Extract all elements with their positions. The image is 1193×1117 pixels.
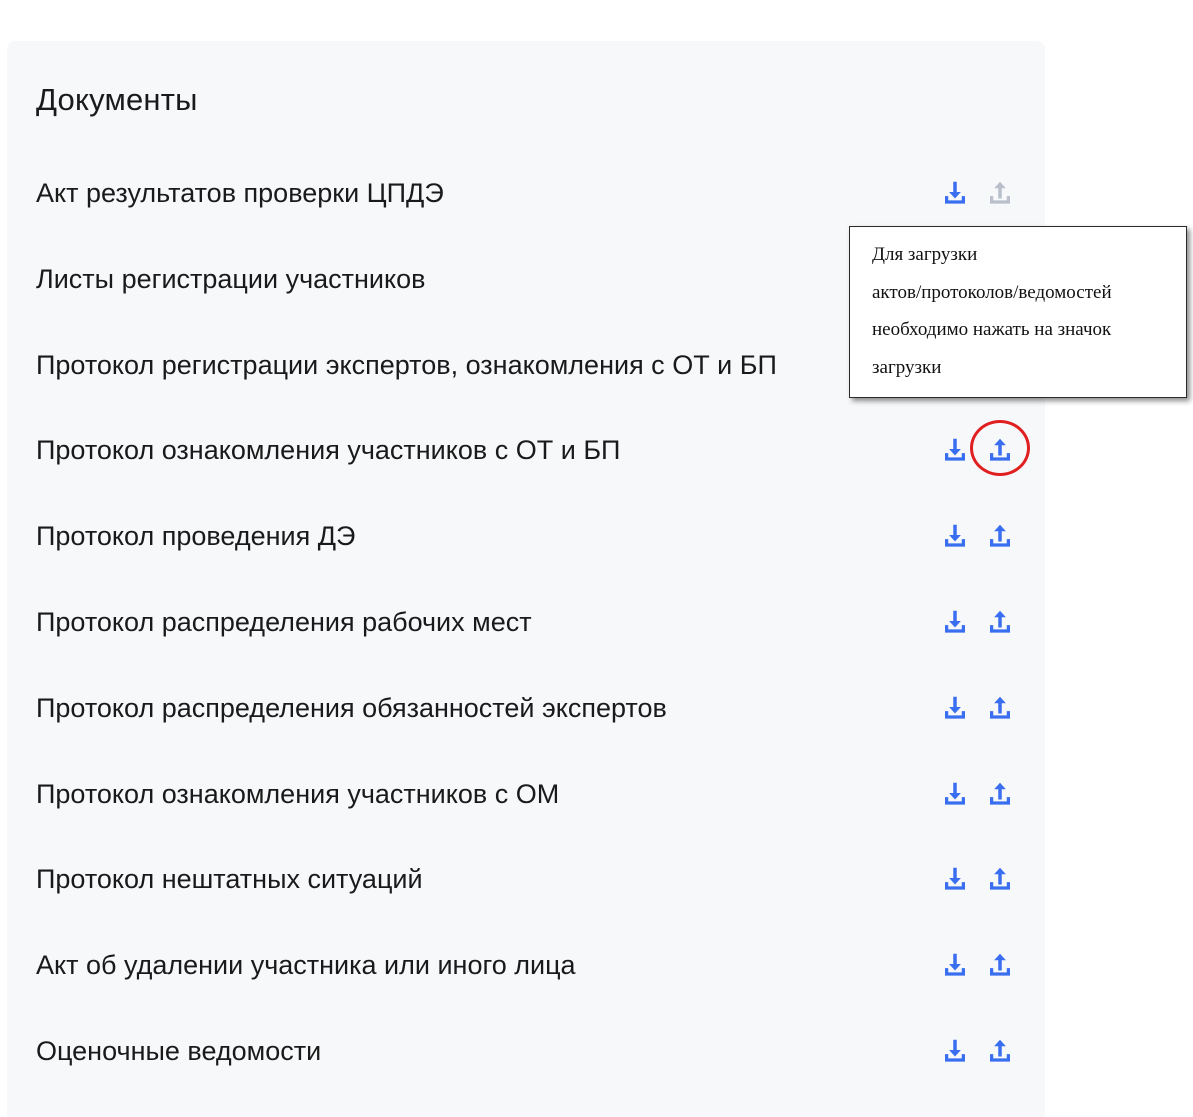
download-icon[interactable] <box>938 777 972 811</box>
document-row: Акт об удалении участника или иного лица <box>36 945 1026 985</box>
document-row: Протокол ознакомления участников с ОТ и … <box>36 430 1026 470</box>
document-label: Акт об удалении участника или иного лица <box>36 950 576 980</box>
upload-icon[interactable] <box>983 605 1017 639</box>
document-label: Листы регистрации участников <box>36 264 426 294</box>
document-label: Протокол распределения обязанностей эксп… <box>36 693 667 723</box>
document-row: Протокол проведения ДЭ <box>36 516 1026 556</box>
upload-icon[interactable] <box>983 1034 1017 1068</box>
upload-icon[interactable] <box>983 777 1017 811</box>
document-row: Протокол ознакомления участников с ОМ <box>36 774 1026 814</box>
download-icon[interactable] <box>938 176 972 210</box>
document-row: Протокол распределения рабочих мест <box>36 602 1026 642</box>
download-icon[interactable] <box>938 433 972 467</box>
upload-hint-tooltip: Для загрузки актов/протоколов/ведомостей… <box>849 226 1187 398</box>
upload-icon[interactable] <box>983 948 1017 982</box>
upload-icon[interactable] <box>983 519 1017 553</box>
upload-icon[interactable] <box>983 862 1017 896</box>
document-label: Протокол ознакомления участников с ОМ <box>36 779 560 809</box>
document-row: Оценочные ведомости <box>36 1031 1026 1071</box>
upload-icon[interactable] <box>983 691 1017 725</box>
document-label: Протокол регистрации экспертов, ознакомл… <box>36 350 777 380</box>
tooltip-line: необходимо нажать на значок <box>872 319 1112 340</box>
document-row: Протокол распределения обязанностей эксп… <box>36 688 1026 728</box>
tooltip-line: загрузки <box>872 356 942 378</box>
document-label: Протокол ознакомления участников с ОТ и … <box>36 435 621 465</box>
document-label: Оценочные ведомости <box>36 1036 322 1066</box>
document-row: Акт результатов проверки ЦПДЭ <box>36 173 1026 213</box>
download-icon[interactable] <box>938 1034 972 1068</box>
download-icon[interactable] <box>938 691 972 725</box>
upload-icon <box>983 176 1017 210</box>
document-label: Акт результатов проверки ЦПДЭ <box>36 178 444 208</box>
document-row: Протокол нештатных ситуаций <box>36 859 1026 899</box>
panel-title: Документы <box>36 82 198 117</box>
upload-icon-highlight <box>970 420 1030 476</box>
tooltip-line: актов/протоколов/ведомостей <box>872 281 1112 303</box>
tooltip-line: Для загрузки <box>872 244 978 265</box>
download-icon[interactable] <box>938 862 972 896</box>
download-icon[interactable] <box>938 519 972 553</box>
download-icon[interactable] <box>938 948 972 982</box>
download-icon[interactable] <box>938 605 972 639</box>
document-label: Протокол проведения ДЭ <box>36 521 356 551</box>
document-label: Протокол распределения рабочих мест <box>36 607 532 637</box>
document-label: Протокол нештатных ситуаций <box>36 864 423 894</box>
